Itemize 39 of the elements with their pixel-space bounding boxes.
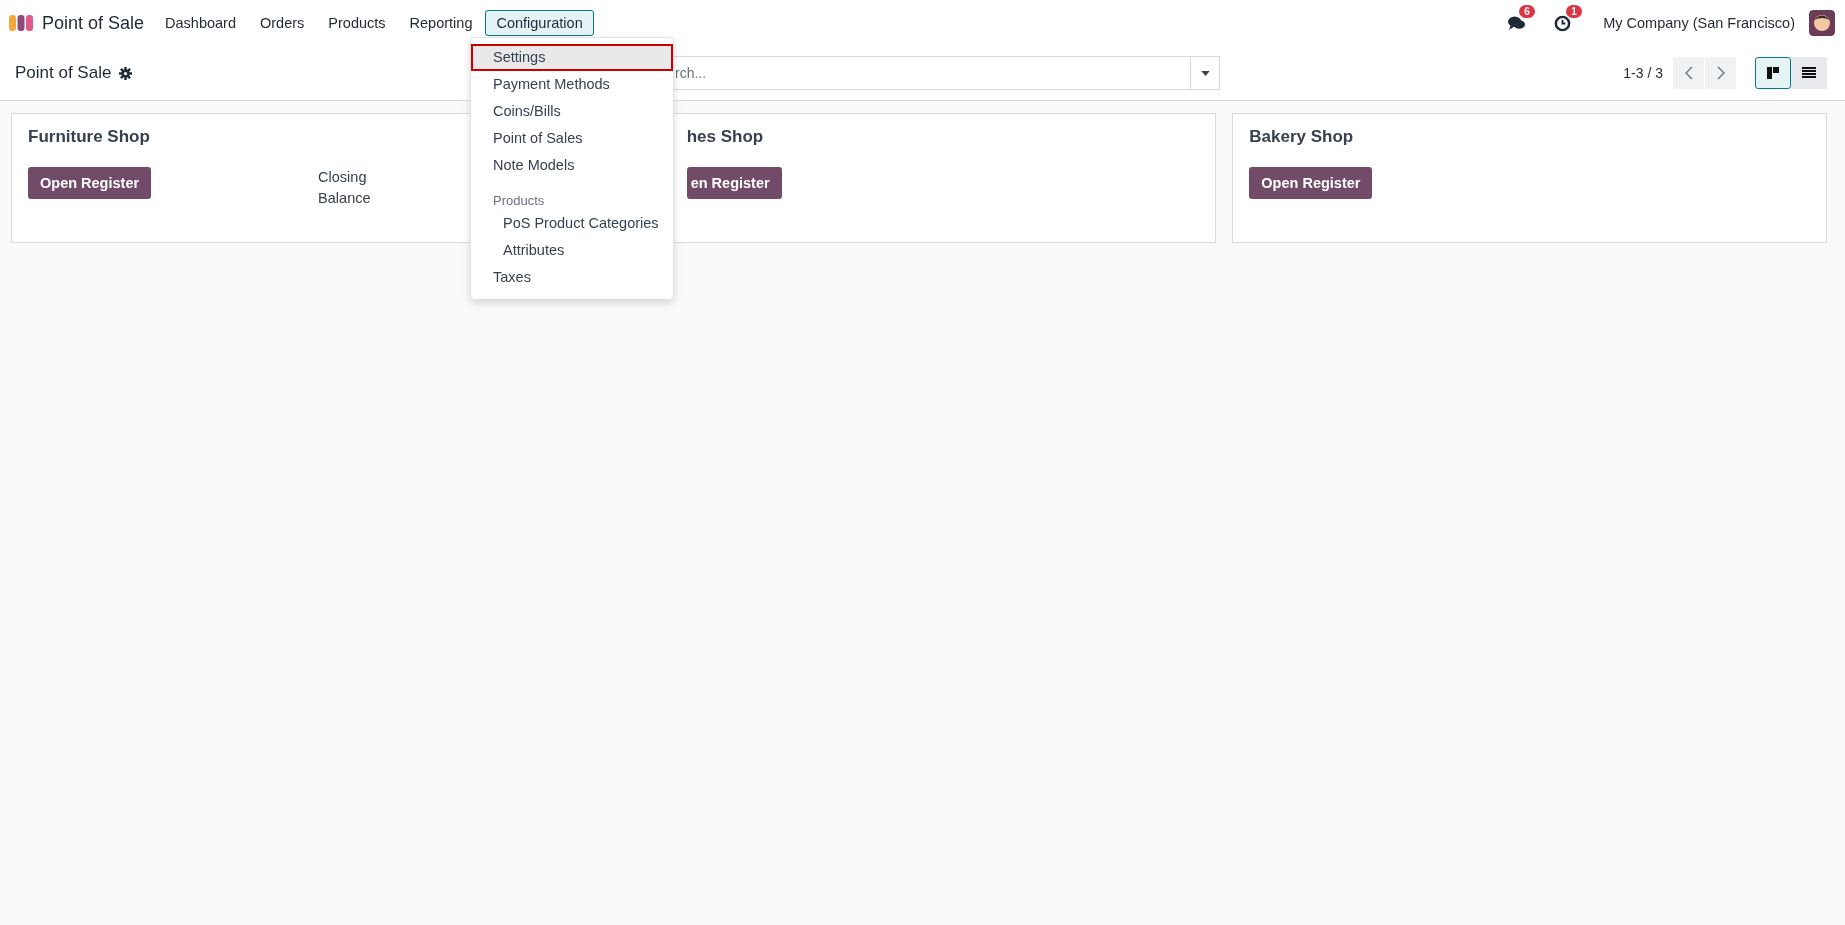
shop-name: Furniture Shop — [28, 127, 150, 147]
settings-icon[interactable] — [119, 66, 133, 80]
open-register-button[interactable]: en Register — [686, 167, 782, 199]
list-icon — [1802, 67, 1816, 79]
company-switcher[interactable]: My Company (San Francisco) — [1603, 15, 1795, 31]
menu-entry[interactable]: Point of Sales — [471, 125, 673, 152]
pager-value: 1-3 / 3 — [1623, 65, 1663, 81]
open-register-button[interactable]: Open Register — [1249, 167, 1373, 199]
list-view-button[interactable] — [1791, 57, 1827, 89]
menu-entry[interactable]: PoS Product Categories — [471, 210, 673, 237]
menu-item[interactable]: Orders — [249, 10, 316, 36]
shop-name: Bakery Shop — [1249, 127, 1354, 147]
kanban-view-button[interactable] — [1755, 57, 1791, 89]
menu-entry[interactable]: Note Models — [471, 152, 673, 179]
menu-item[interactable]: Reporting — [398, 10, 484, 36]
clock-icon[interactable] — [1554, 14, 1572, 32]
closing-balance-label: Closing Balance — [318, 168, 371, 208]
notification-badge: 6 — [1519, 4, 1535, 18]
menu-entry[interactable]: Settings — [471, 44, 673, 71]
notification-badge: 1 — [1566, 4, 1582, 18]
avatar-icon[interactable] — [1809, 10, 1835, 36]
shop-name: hes Shop — [686, 127, 764, 147]
chat-icon[interactable] — [1507, 14, 1527, 32]
open-register-button[interactable]: Open Register — [28, 167, 152, 199]
app-name[interactable]: Point of Sale — [42, 12, 145, 34]
menu-item[interactable]: Configuration — [485, 10, 594, 36]
menu-item[interactable]: Dashboard — [154, 10, 247, 36]
app-logo-icon[interactable] — [8, 13, 34, 33]
menu-entry[interactable]: Payment Methods — [471, 71, 673, 98]
caret-icon — [1200, 70, 1210, 76]
menu-item[interactable]: Products — [317, 10, 397, 36]
menu-section-header: Products — [492, 192, 546, 210]
page-title: Point of Sale — [15, 63, 112, 83]
menu-entry[interactable]: Taxes — [471, 264, 673, 291]
chevron-left-icon — [1684, 66, 1693, 80]
kanban-icon — [1766, 66, 1780, 80]
menu-entry[interactable]: Coins/Bills — [471, 98, 673, 125]
menu-entry[interactable]: Attributes — [471, 237, 673, 264]
chevron-right-icon — [1716, 66, 1725, 80]
